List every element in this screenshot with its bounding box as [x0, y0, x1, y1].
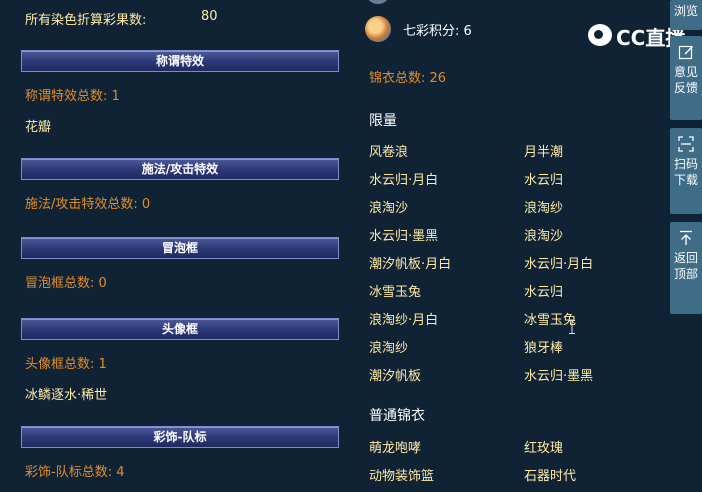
list-item: 冰雪玉兔 — [369, 285, 422, 300]
section-bubble-frame: 冒泡框 — [21, 237, 339, 259]
list-item: 狼牙棒 — [524, 341, 564, 356]
list-item: 水云归 — [524, 173, 564, 188]
list-item: 风卷浪 — [369, 145, 409, 160]
scan-icon — [678, 136, 694, 152]
list-item: 浪淘纱·月白 — [369, 313, 439, 328]
section-avatar-frame: 头像框 — [21, 318, 339, 340]
list-item: 红玫瑰 — [524, 441, 564, 456]
qicai-badge-icon — [365, 16, 391, 42]
top-label-1: 返回 — [673, 251, 698, 265]
list-item: 水云归·月白 — [524, 257, 594, 272]
all-dye-count: 所有染色折算彩果数: 80 — [25, 9, 218, 28]
feedback-label-1: 意见 — [673, 65, 698, 79]
list-item: 浪淘沙 — [369, 201, 409, 216]
section-team-badge: 彩饰-队标 — [21, 426, 339, 448]
list-item: 月半潮 — [524, 145, 564, 160]
normal-heading: 普通锦衣 — [369, 408, 425, 424]
list-item: 石器时代 — [524, 469, 577, 484]
list-item: 潮汐帆板 — [369, 369, 422, 384]
arrow-up-icon — [680, 230, 692, 245]
list-item: 花瓣 — [25, 120, 52, 135]
scan-download-button[interactable]: 扫码 下载 — [670, 128, 702, 214]
list-item: 萌龙咆哮 — [369, 441, 422, 456]
jinyi-total: 锦衣总数: 26 — [369, 71, 447, 86]
scan-label-2: 下载 — [673, 173, 698, 187]
list-item: 水云归 — [524, 285, 564, 300]
section-title-effects: 称谓特效 — [21, 50, 339, 72]
list-item: 浪淘沙 — [524, 229, 564, 244]
all-dye-label: 所有染色折算彩果数: — [25, 13, 147, 28]
list-item: 动物装饰篮 — [369, 469, 435, 484]
edit-icon — [678, 45, 693, 60]
list-item: 浪淘纱 — [369, 341, 409, 356]
cc-logo-icon — [588, 24, 612, 46]
right-panel: 七彩积分: 6 锦衣总数: 26 限量 风卷浪 月半潮 水云归·月白 水云归 浪… — [345, 0, 668, 492]
list-item: 浪淘纱 — [524, 201, 564, 216]
right-sidebar: 浏览 意见 反馈 扫码 下载 返回 顶部 — [670, 0, 702, 492]
qicai-score: 七彩积分: 6 — [403, 24, 472, 39]
title-effects-total: 称谓特效总数: 1 — [25, 89, 120, 104]
bubble-frame-total: 冒泡框总数: 0 — [25, 276, 107, 291]
badge-icon — [367, 0, 389, 4]
team-badge-total: 彩饰-队标总数: 4 — [25, 465, 125, 480]
browse-button[interactable]: 浏览 — [670, 0, 702, 30]
section-cast-effects: 施法/攻击特效 — [21, 158, 339, 180]
feedback-button[interactable]: 意见 反馈 — [670, 36, 702, 120]
text-cursor-icon — [569, 320, 575, 334]
scan-label-1: 扫码 — [673, 157, 698, 171]
list-item: 水云归·墨黑 — [524, 369, 594, 384]
browse-label: 浏览 — [673, 4, 698, 18]
back-to-top-button[interactable]: 返回 顶部 — [670, 222, 702, 314]
list-item: 冰鳞逐水·稀世 — [25, 388, 108, 403]
all-dye-value: 80 — [201, 9, 218, 24]
list-item: 水云归·月白 — [369, 173, 439, 188]
top-label-2: 顶部 — [673, 267, 698, 281]
cast-effects-total: 施法/攻击特效总数: 0 — [25, 197, 151, 212]
feedback-label-2: 反馈 — [673, 81, 698, 95]
left-panel: 所有染色折算彩果数: 80 称谓特效 称谓特效总数: 1 花瓣 施法/攻击特效 … — [0, 0, 345, 492]
avatar-frame-total: 头像框总数: 1 — [25, 357, 107, 372]
list-item: 水云归·墨黑 — [369, 229, 439, 244]
list-item: 潮汐帆板·月白 — [369, 257, 452, 272]
limited-heading: 限量 — [369, 113, 397, 129]
